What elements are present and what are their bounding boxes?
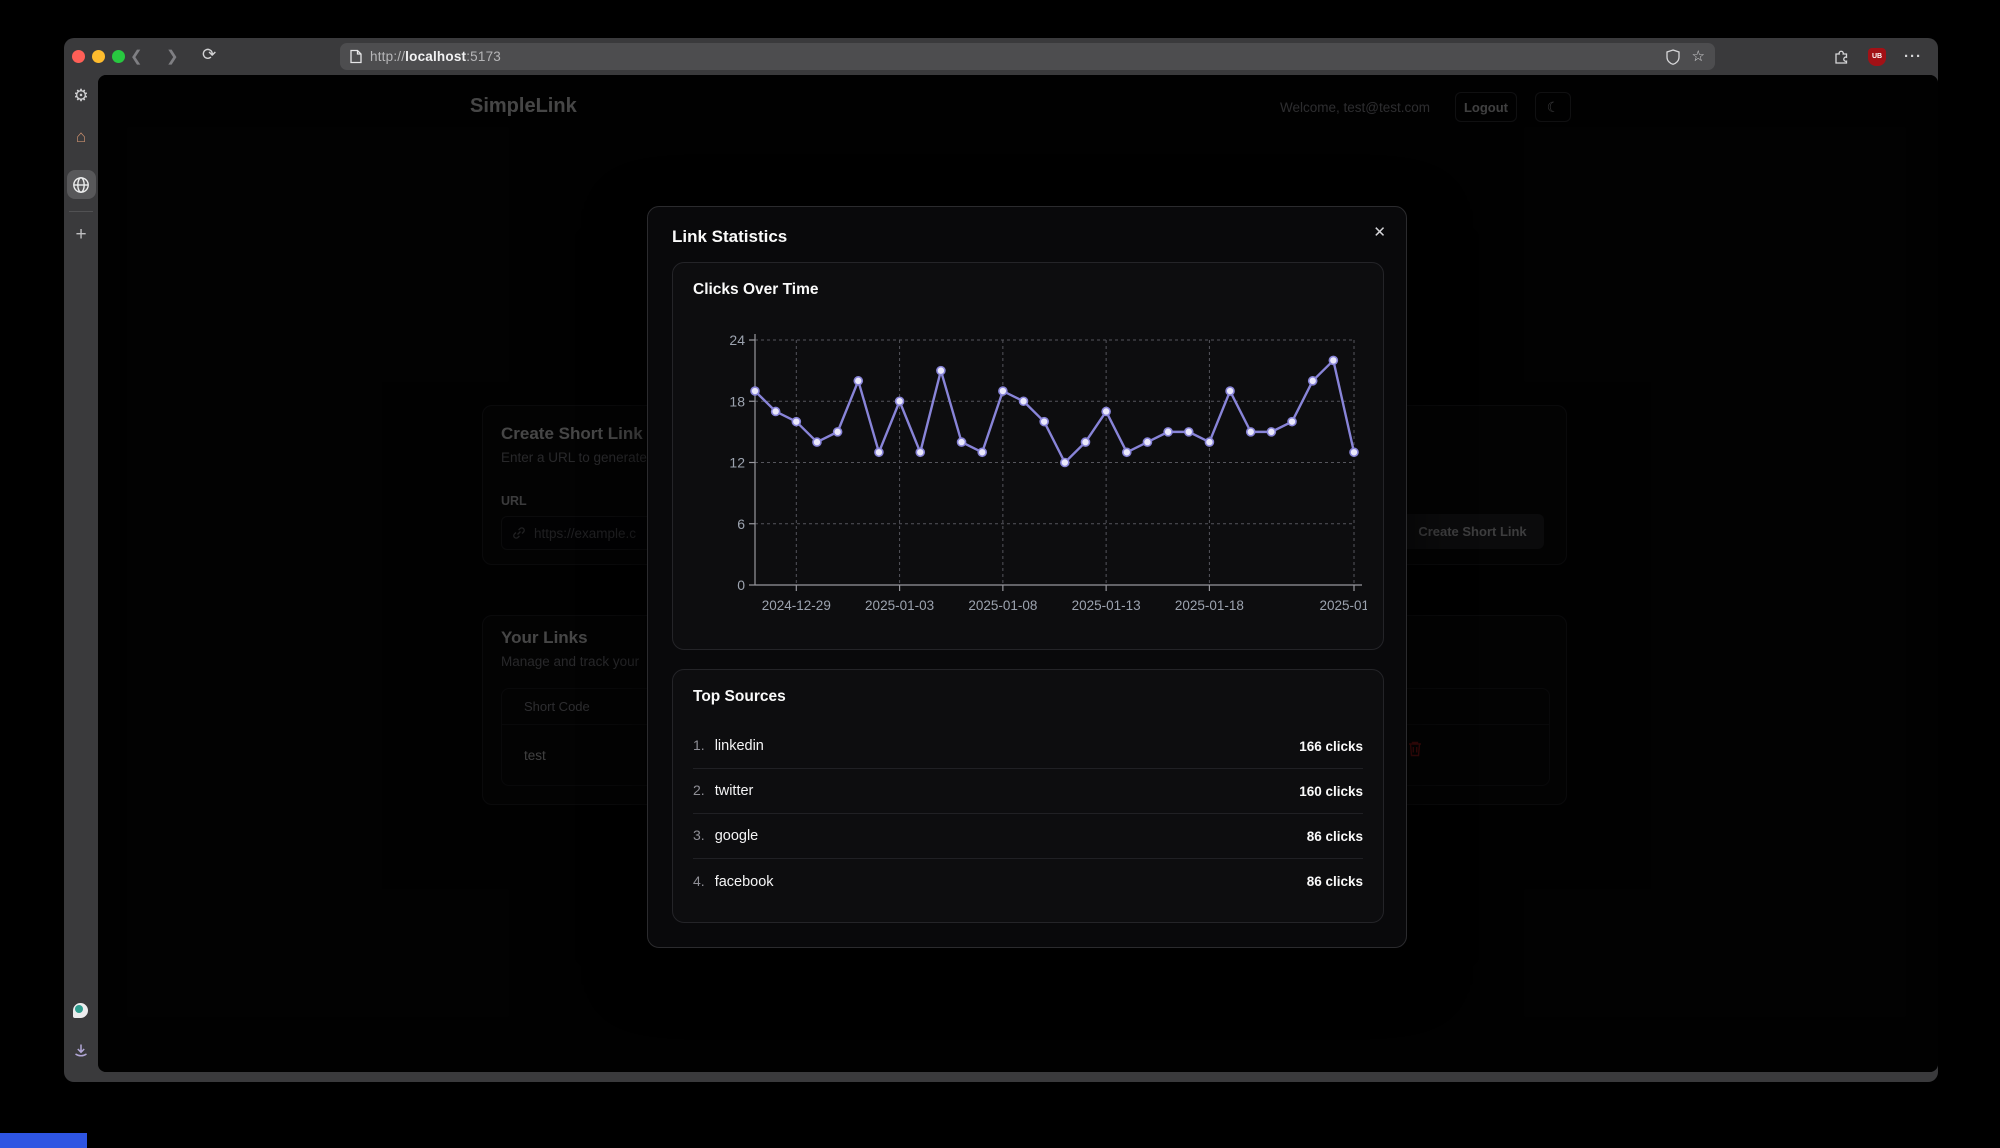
svg-text:2025-01-18: 2025-01-18	[1175, 598, 1244, 613]
globe-tab-icon[interactable]	[64, 176, 98, 199]
source-name: twitter	[715, 783, 754, 799]
source-name: linkedin	[715, 738, 764, 754]
profile-icon[interactable]	[73, 1003, 88, 1018]
sources-title: Top Sources	[693, 688, 786, 706]
source-row-twitter: 2. twitter 160 clicks	[693, 769, 1363, 814]
shield-icon[interactable]	[1666, 49, 1680, 65]
source-clicks: 86 clicks	[1307, 874, 1363, 889]
link-statistics-modal: Link Statistics ✕ Clicks Over Time 0 6 12 1…	[647, 206, 1407, 948]
svg-text:12: 12	[729, 455, 745, 471]
close-window-button[interactable]	[72, 50, 85, 63]
browser-window: ❮ ❯ ⟳ http://localhost:5173 ☆ UB ···	[64, 38, 1938, 1082]
svg-text:0: 0	[737, 577, 745, 593]
source-rank: 1.	[693, 737, 705, 753]
source-row-google: 3. google 86 clicks	[693, 814, 1363, 859]
chart-title: Clicks Over Time	[693, 281, 819, 299]
forward-button[interactable]: ❯	[166, 47, 179, 65]
extensions-icon[interactable]	[1833, 48, 1850, 65]
source-rank: 3.	[693, 827, 705, 843]
source-row-facebook: 4. facebook 86 clicks	[693, 859, 1363, 904]
home-icon[interactable]: ⌂	[64, 127, 98, 147]
address-bar[interactable]: http://localhost:5173 ☆	[340, 43, 1715, 70]
new-tab-plus-icon[interactable]: +	[64, 224, 98, 246]
settings-gear-icon[interactable]: ⚙	[64, 86, 98, 106]
close-icon[interactable]: ✕	[1373, 223, 1386, 241]
browser-titlebar: ❮ ❯ ⟳ http://localhost:5173 ☆ UB ···	[64, 38, 1938, 75]
clicks-over-time-card: Clicks Over Time 0 6 12 18 24 2024-12-29 2025-…	[672, 262, 1384, 650]
downloads-icon[interactable]	[64, 1043, 98, 1064]
source-rank: 4.	[693, 873, 705, 889]
back-button[interactable]: ❮	[130, 47, 143, 65]
web-page: SimpleLink Welcome, test@test.com Logout…	[98, 75, 1938, 1072]
svg-text:2024-12-29: 2024-12-29	[762, 598, 831, 613]
svg-text:6: 6	[737, 516, 745, 532]
url-text: http://localhost:5173	[370, 49, 501, 64]
clicks-line-chart: 0 6 12 18 24 2024-12-29 2025-01-03 2025-01-08 20…	[687, 311, 1367, 631]
zoom-window-button[interactable]	[112, 50, 125, 63]
source-name: google	[715, 828, 759, 844]
svg-text:24: 24	[729, 332, 745, 348]
source-row-linkedin: 1. linkedin 166 clicks	[693, 724, 1363, 769]
sources-list: 1. linkedin 166 clicks 2. twitter 160 clic…	[693, 724, 1363, 904]
globe-icon	[72, 176, 90, 194]
minimize-window-button[interactable]	[92, 50, 105, 63]
source-clicks: 160 clicks	[1299, 784, 1363, 799]
browser-menu-icon[interactable]: ···	[1904, 48, 1922, 65]
sidebar-divider	[69, 211, 93, 212]
source-clicks: 86 clicks	[1307, 829, 1363, 844]
ublock-extension-badge[interactable]: UB	[1868, 48, 1886, 66]
svg-text:18: 18	[729, 393, 745, 409]
svg-text:2025-01-13: 2025-01-13	[1072, 598, 1141, 613]
modal-title: Link Statistics	[672, 227, 787, 247]
svg-text:2025-01-25: 2025-01-25	[1319, 598, 1367, 613]
source-clicks: 166 clicks	[1299, 739, 1363, 754]
source-name: facebook	[715, 874, 774, 890]
bookmark-star-icon[interactable]: ☆	[1692, 49, 1705, 64]
svg-text:2025-01-08: 2025-01-08	[968, 598, 1037, 613]
page-icon	[350, 49, 362, 64]
desktop-dock-fragment	[0, 1133, 87, 1148]
top-sources-card: Top Sources 1. linkedin 166 clicks 2. twit…	[672, 669, 1384, 923]
source-rank: 2.	[693, 782, 705, 798]
svg-text:2025-01-03: 2025-01-03	[865, 598, 934, 613]
reload-button[interactable]: ⟳	[202, 45, 216, 65]
